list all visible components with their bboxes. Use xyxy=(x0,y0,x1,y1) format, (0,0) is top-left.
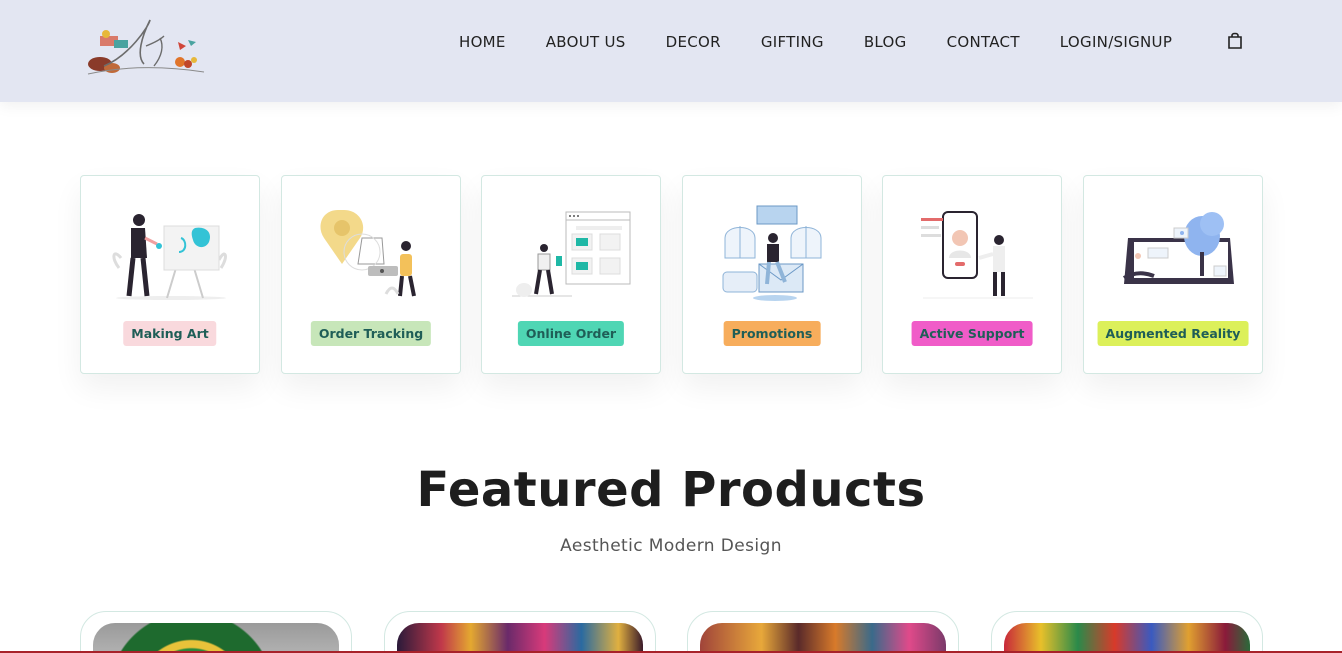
featured-products-subtitle: Aesthetic Modern Design xyxy=(560,536,782,556)
featured-products-title: Featured Products xyxy=(416,462,926,518)
nav-contact[interactable]: CONTACT xyxy=(947,33,1020,51)
feature-card-online-order[interactable]: Online Order xyxy=(481,175,661,374)
product-image[interactable] xyxy=(397,623,643,653)
feature-card-making-art[interactable]: Making Art xyxy=(80,175,260,374)
feature-card-promotions[interactable]: Promotions xyxy=(682,175,862,374)
nav-login-signup[interactable]: LOGIN/SIGNUP xyxy=(1060,33,1172,51)
online-shopping-illustration xyxy=(512,211,631,297)
feature-label: Augmented Reality xyxy=(1097,321,1249,346)
main-nav: HOME ABOUT US DECOR GIFTING BLOG CONTACT… xyxy=(459,30,1212,54)
promotion-illustration xyxy=(722,205,822,301)
ar-illustration xyxy=(1122,212,1234,284)
feature-label: Promotions xyxy=(723,321,821,346)
feature-card-active-support[interactable]: Active Support xyxy=(882,175,1062,374)
brand-logo[interactable] xyxy=(84,16,208,78)
product-card[interactable] xyxy=(384,611,656,653)
product-card[interactable] xyxy=(687,611,959,653)
location-tracking-illustration xyxy=(320,210,416,297)
product-card[interactable] xyxy=(991,611,1263,653)
nav-about-us[interactable]: ABOUT US xyxy=(546,33,626,51)
feature-card-order-tracking[interactable]: Order Tracking xyxy=(281,175,461,374)
product-image[interactable] xyxy=(700,623,946,653)
feature-label: Order Tracking xyxy=(310,321,432,346)
nav-decor[interactable]: DECOR xyxy=(666,33,721,51)
feature-label: Making Art xyxy=(123,321,217,346)
nav-blog[interactable]: BLOG xyxy=(864,33,907,51)
shopping-bag-icon[interactable] xyxy=(1226,32,1244,50)
feature-cards: Making Art Order Tracking Online Order P… xyxy=(80,175,1263,374)
feature-card-augmented-reality[interactable]: Augmented Reality xyxy=(1083,175,1263,374)
artist-illustration xyxy=(112,214,227,300)
product-image[interactable] xyxy=(93,623,339,653)
product-card[interactable] xyxy=(80,611,352,653)
product-image[interactable] xyxy=(1004,623,1250,653)
product-grid xyxy=(80,611,1263,653)
feature-label: Online Order xyxy=(517,321,625,346)
feature-label: Active Support xyxy=(911,321,1033,346)
support-call-illustration xyxy=(921,211,1033,299)
site-header: HOME ABOUT US DECOR GIFTING BLOG CONTACT… xyxy=(0,0,1342,102)
nav-home[interactable]: HOME xyxy=(459,33,506,51)
nav-gifting[interactable]: GIFTING xyxy=(761,33,824,51)
